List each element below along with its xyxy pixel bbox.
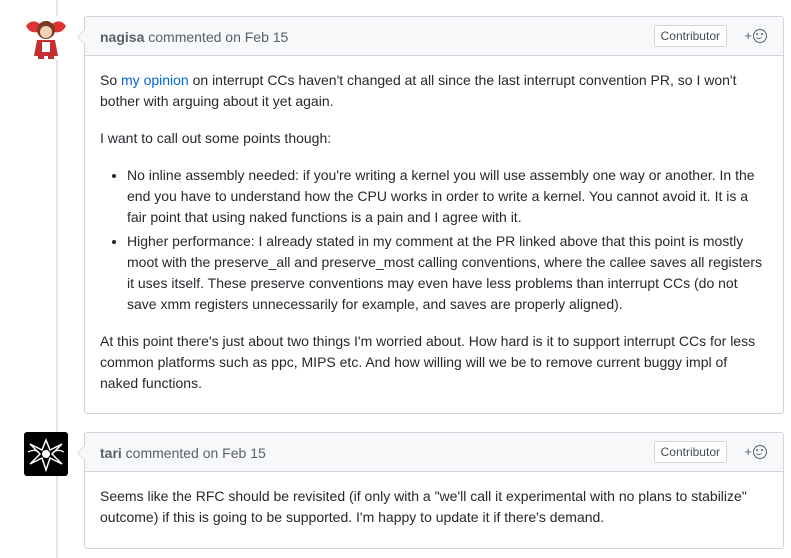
- comment-box: nagisa commented on Feb 15 Contributor +…: [77, 16, 784, 414]
- bullet-list: No inline assembly needed: if you're wri…: [100, 165, 768, 315]
- avatar-nagisa-image: [24, 16, 68, 60]
- smiley-icon: [753, 29, 767, 43]
- paragraph: So my opinion on interrupt CCs haven't c…: [100, 70, 768, 112]
- comment-header: tari commented on Feb 15 Contributor +: [85, 433, 783, 472]
- comment-header: nagisa commented on Feb 15 Contributor +: [85, 17, 783, 56]
- list-item: Higher performance: I already stated in …: [127, 231, 768, 315]
- smiley-icon: [753, 445, 767, 459]
- text: So: [100, 72, 122, 88]
- avatar-tari[interactable]: [24, 432, 68, 476]
- comment-timestamp[interactable]: commented on Feb 15: [144, 29, 288, 45]
- add-reaction-button[interactable]: +: [744, 443, 767, 461]
- paragraph: I want to call out some points though:: [100, 130, 332, 146]
- plus-icon: +: [744, 28, 752, 43]
- avatar-tari-image: [24, 432, 68, 476]
- comment-author-line: tari commented on Feb 15: [100, 445, 266, 461]
- author-link[interactable]: tari: [100, 445, 122, 461]
- comment-timestamp[interactable]: commented on Feb 15: [122, 445, 266, 461]
- contributor-badge: Contributor: [653, 441, 727, 463]
- contributor-badge: Contributor: [653, 25, 727, 47]
- comment-nagisa: nagisa commented on Feb 15 Contributor +…: [24, 16, 784, 414]
- list-item: No inline assembly needed: if you're wri…: [127, 165, 768, 228]
- comment-body: So my opinion on interrupt CCs haven't c…: [85, 56, 783, 410]
- comment-body: Seems like the RFC should be revisited (…: [85, 472, 783, 544]
- plus-icon: +: [744, 444, 752, 459]
- comment-author-line: nagisa commented on Feb 15: [100, 29, 288, 45]
- add-reaction-button[interactable]: +: [744, 27, 767, 45]
- my-opinion-link[interactable]: my opinion: [121, 72, 189, 88]
- comment-box: tari commented on Feb 15 Contributor + S…: [77, 432, 784, 549]
- avatar-nagisa[interactable]: [24, 16, 68, 60]
- text: on interrupt CCs haven't changed at all …: [100, 72, 737, 109]
- paragraph: At this point there's just about two thi…: [100, 333, 756, 391]
- comment-tari: tari commented on Feb 15 Contributor + S…: [24, 432, 784, 549]
- author-link[interactable]: nagisa: [100, 29, 144, 45]
- paragraph: Seems like the RFC should be revisited (…: [100, 488, 747, 525]
